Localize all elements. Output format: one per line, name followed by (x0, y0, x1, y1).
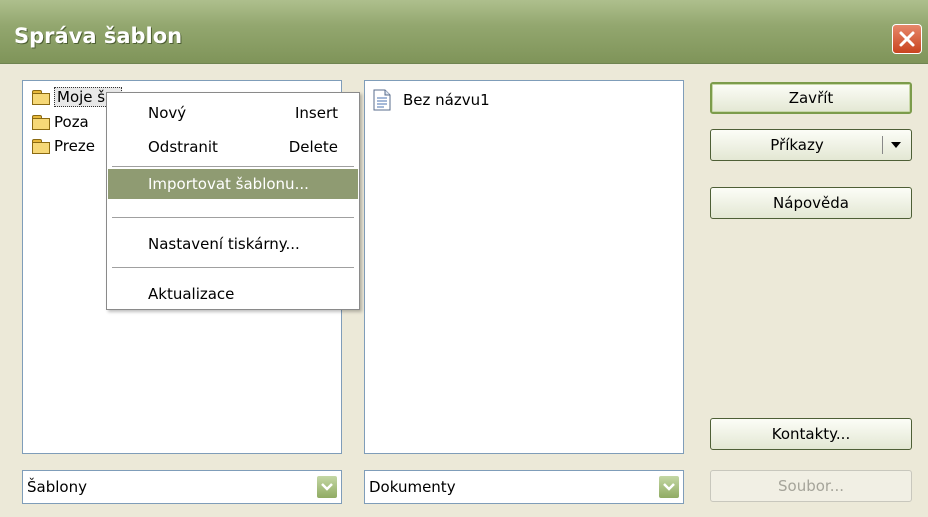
close-button-label: Zavřít (788, 89, 834, 107)
template-source-select[interactable]: Šablony (22, 470, 342, 504)
menu-item-shortcut: Delete (288, 138, 338, 156)
close-window-button[interactable] (892, 24, 922, 54)
menu-separator (112, 166, 354, 168)
menu-item-import-template[interactable]: Importovat šablonu... (108, 169, 358, 199)
menu-item-label: Importovat šablonu... (148, 175, 309, 193)
document-label: Bez názvu1 (403, 91, 490, 109)
help-button[interactable]: Nápověda (710, 187, 912, 219)
close-icon (899, 31, 915, 47)
menu-item-label: Nový (148, 104, 187, 122)
commands-button-label: Příkazy (770, 136, 824, 154)
tree-item-presentations[interactable]: Preze (32, 136, 95, 156)
folder-icon (32, 115, 50, 130)
menu-item-delete[interactable]: Odstranit Delete (108, 132, 358, 162)
folder-icon (32, 139, 50, 154)
select-value: Dokumenty (369, 478, 456, 496)
window-title: Správa šablon (14, 24, 183, 48)
select-value: Šablony (27, 478, 87, 496)
help-button-label: Nápověda (773, 194, 849, 212)
tree-item-label: Preze (54, 137, 95, 155)
context-menu: Nový Insert Odstranit Delete Importovat … (106, 92, 360, 310)
menu-item-label: Aktualizace (148, 285, 235, 303)
folder-icon (32, 90, 50, 105)
menu-item-printer-settings[interactable]: Nastavení tiskárny... (108, 229, 358, 259)
document-source-select[interactable]: Dokumenty (364, 470, 684, 504)
menu-item-label: Odstranit (148, 138, 218, 156)
menu-separator (112, 217, 354, 219)
menu-item-shortcut: Insert (294, 104, 338, 122)
chevron-down-icon (321, 483, 333, 491)
dropdown-arrow-icon[interactable] (882, 136, 903, 154)
tree-item-backgrounds[interactable]: Poza (32, 112, 89, 132)
dropdown-button[interactable] (316, 475, 338, 499)
menu-item-update[interactable]: Aktualizace (108, 279, 358, 309)
list-item-document[interactable]: Bez názvu1 (373, 89, 490, 111)
template-document-list[interactable]: Bez názvu1 (364, 80, 684, 454)
file-button-label: Soubor... (778, 477, 844, 495)
commands-button[interactable]: Příkazy (710, 129, 912, 161)
menu-separator (112, 267, 354, 269)
contacts-button[interactable]: Kontakty... (710, 418, 912, 450)
title-bar[interactable]: Správa šablon (0, 0, 928, 64)
dropdown-button[interactable] (658, 475, 680, 499)
chevron-down-icon (663, 483, 675, 491)
tree-item-label: Poza (54, 113, 89, 131)
close-button[interactable]: Zavřít (710, 82, 912, 114)
menu-item-label: Nastavení tiskárny... (148, 235, 300, 253)
contacts-button-label: Kontakty... (771, 425, 851, 443)
menu-item-new[interactable]: Nový Insert (108, 98, 358, 128)
file-button[interactable]: Soubor... (710, 470, 912, 502)
document-icon (373, 89, 391, 111)
